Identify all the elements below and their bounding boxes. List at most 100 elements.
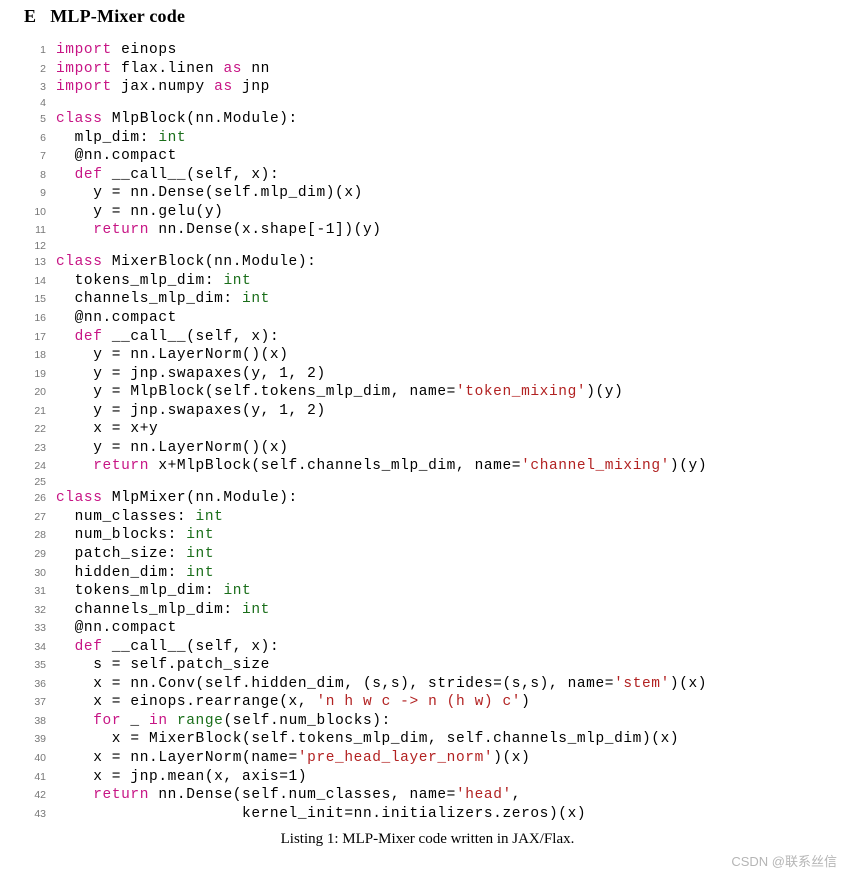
code-text: y = nn.gelu(y) (56, 203, 223, 222)
line-number: 20 (24, 386, 46, 399)
line-number: 42 (24, 789, 46, 802)
code-line: 23 y = nn.LayerNorm()(x) (24, 439, 831, 458)
code-text: y = nn.Dense(self.mlp_dim)(x) (56, 184, 363, 203)
code-line: 6 mlp_dim: int (24, 129, 831, 148)
line-number: 33 (24, 622, 46, 635)
code-text: mlp_dim: int (56, 129, 186, 148)
code-text: num_classes: int (56, 508, 223, 527)
code-line: 11 return nn.Dense(x.shape[-1])(y) (24, 221, 831, 240)
code-listing: 1 import einops2import flax.linen as nn 3i… (24, 41, 831, 823)
code-text: channels_mlp_dim: int (56, 290, 270, 309)
line-number: 6 (24, 132, 46, 145)
code-line: 8 def __call__(self, x): (24, 166, 831, 185)
code-line: 26class MlpMixer(nn.Module): (24, 489, 831, 508)
line-number: 7 (24, 150, 46, 163)
line-number: 29 (24, 548, 46, 561)
code-text: y = nn.LayerNorm()(x) (56, 346, 289, 365)
line-number: 31 (24, 585, 46, 598)
code-text: return nn.Dense(self.num_classes, name='… (56, 786, 521, 805)
code-line: 20 y = MlpBlock(self.tokens_mlp_dim, nam… (24, 383, 831, 402)
line-number: 26 (24, 492, 46, 505)
code-line: 40 x = nn.LayerNorm(name='pre_head_layer… (24, 749, 831, 768)
code-line: 1 import einops (24, 41, 831, 60)
line-number: 36 (24, 678, 46, 691)
code-line: 15 channels_mlp_dim: int (24, 290, 831, 309)
line-number: 41 (24, 771, 46, 784)
code-line: 32 channels_mlp_dim: int (24, 601, 831, 620)
line-number: 11 (24, 224, 46, 237)
code-text: return x+MlpBlock(self.channels_mlp_dim,… (56, 457, 707, 476)
line-number: 8 (24, 169, 46, 182)
code-text: x = MixerBlock(self.tokens_mlp_dim, self… (56, 730, 679, 749)
code-line: 3 import jax.numpy as jnp (24, 78, 831, 97)
code-text: import flax.linen as nn (56, 60, 270, 79)
code-line: 36 x = nn.Conv(self.hidden_dim, (s,s), s… (24, 675, 831, 694)
code-text: kernel_init=nn.initializers.zeros)(x) (56, 805, 586, 824)
line-number: 15 (24, 293, 46, 306)
line-number: 3 (24, 81, 46, 94)
code-line: 22 x = x+y (24, 420, 831, 439)
code-line: 38 for _ in range(self.num_blocks): (24, 712, 831, 731)
code-line: 41 x = jnp.mean(x, axis=1) (24, 768, 831, 787)
watermark-text: CSDN @联系丝信 (731, 851, 837, 870)
line-number: 22 (24, 423, 46, 436)
line-number: 32 (24, 604, 46, 617)
code-text: return nn.Dense(x.shape[-1])(y) (56, 221, 382, 240)
code-line: 2import flax.linen as nn (24, 60, 831, 79)
line-number: 21 (24, 405, 46, 418)
line-number: 39 (24, 733, 46, 746)
code-text: x = einops.rearrange(x, 'n h w c -> n (h… (56, 693, 530, 712)
code-line: 24 return x+MlpBlock(self.channels_mlp_d… (24, 457, 831, 476)
line-number: 28 (24, 529, 46, 542)
listing-caption: Listing 1: MLP-Mixer code written in JAX… (24, 831, 831, 848)
section-heading: E MLP-Mixer code (24, 6, 831, 27)
code-line: 30 hidden_dim: int (24, 564, 831, 583)
code-line: 13class MixerBlock(nn.Module): (24, 253, 831, 272)
line-number: 13 (24, 256, 46, 269)
line-number: 30 (24, 567, 46, 580)
code-line: 5class MlpBlock(nn.Module): (24, 110, 831, 129)
code-line: 33 @nn.compact (24, 619, 831, 638)
line-number: 35 (24, 659, 46, 672)
line-number: 23 (24, 442, 46, 455)
section-title: MLP-Mixer code (50, 6, 185, 26)
code-line: 27 num_classes: int (24, 508, 831, 527)
code-line: 37 x = einops.rearrange(x, 'n h w c -> n… (24, 693, 831, 712)
code-text: def __call__(self, x): (56, 166, 279, 185)
line-number: 5 (24, 113, 46, 126)
code-text: x = x+y (56, 420, 158, 439)
code-text: tokens_mlp_dim: int (56, 582, 251, 601)
line-number: 1 (24, 44, 46, 57)
code-text: tokens_mlp_dim: int (56, 272, 251, 291)
code-line: 31 tokens_mlp_dim: int (24, 582, 831, 601)
code-line: 16 @nn.compact (24, 309, 831, 328)
line-number: 17 (24, 331, 46, 344)
section-letter: E (24, 6, 36, 27)
code-text: x = jnp.mean(x, axis=1) (56, 768, 307, 787)
line-number: 9 (24, 187, 46, 200)
code-line: 4 (24, 97, 831, 110)
line-number: 12 (24, 240, 46, 253)
code-line: 25 (24, 476, 831, 489)
line-number: 38 (24, 715, 46, 728)
code-text: import jax.numpy as jnp (56, 78, 270, 97)
code-text: y = jnp.swapaxes(y, 1, 2) (56, 402, 326, 421)
line-number: 4 (24, 97, 46, 110)
code-text: import einops (56, 41, 177, 60)
code-text: patch_size: int (56, 545, 214, 564)
code-line: 39 x = MixerBlock(self.tokens_mlp_dim, s… (24, 730, 831, 749)
code-line: 17 def __call__(self, x): (24, 328, 831, 347)
line-number: 16 (24, 312, 46, 325)
line-number: 14 (24, 275, 46, 288)
code-line: 14 tokens_mlp_dim: int (24, 272, 831, 291)
line-number: 27 (24, 511, 46, 524)
code-line: 28 num_blocks: int (24, 526, 831, 545)
line-number: 24 (24, 460, 46, 473)
code-line: 43 kernel_init=nn.initializers.zeros)(x) (24, 805, 831, 824)
line-number: 40 (24, 752, 46, 765)
line-number: 25 (24, 476, 46, 489)
code-line: 10 y = nn.gelu(y) (24, 203, 831, 222)
line-number: 10 (24, 206, 46, 219)
code-line: 19 y = jnp.swapaxes(y, 1, 2) (24, 365, 831, 384)
code-line: 9 y = nn.Dense(self.mlp_dim)(x) (24, 184, 831, 203)
